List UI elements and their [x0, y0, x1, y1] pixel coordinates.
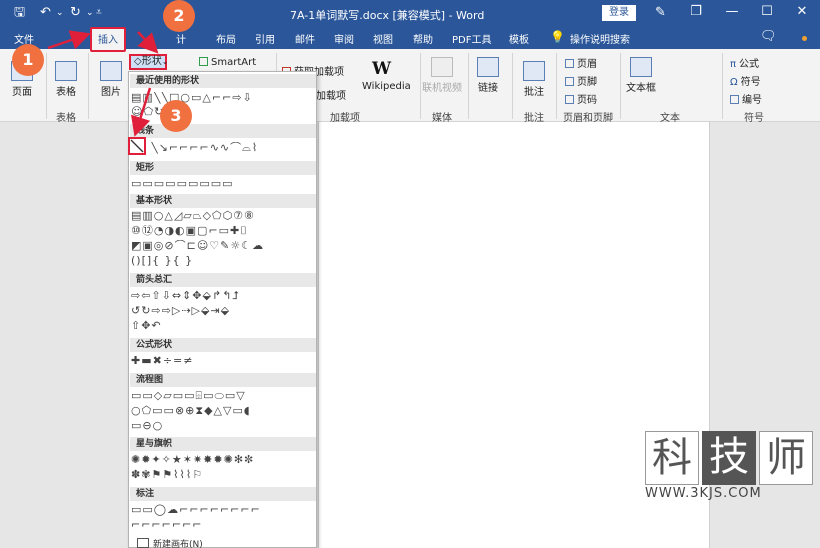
arrow-step-2 [137, 31, 159, 54]
step-1-badge: 1 [12, 44, 44, 76]
watermark-char-2: 技 [702, 431, 756, 485]
step-2-badge: 2 [163, 0, 195, 32]
watermark-char-1: 科 [645, 431, 699, 485]
step-3-badge: 3 [160, 100, 192, 132]
watermark-char-3: 师 [759, 431, 813, 485]
arrow-step-3 [131, 87, 152, 137]
watermark-url: WWW.3KJS.COM [645, 486, 762, 501]
arrow-step-1 [47, 30, 91, 50]
